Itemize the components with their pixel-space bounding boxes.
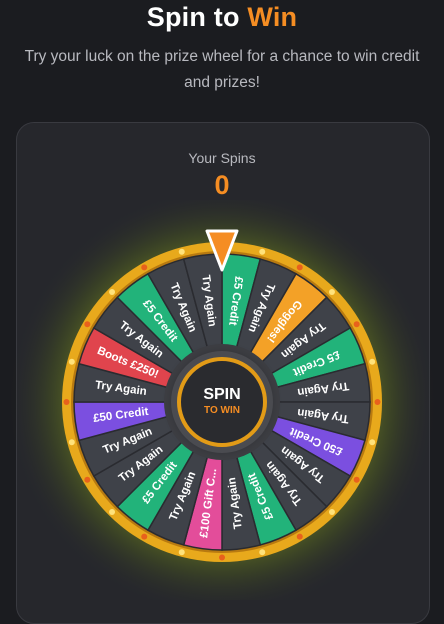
rim-light	[68, 358, 75, 365]
rim-light	[178, 248, 185, 255]
spin-button[interactable]: SPIN TO WIN	[177, 357, 267, 447]
rim-light	[141, 533, 148, 540]
rim-light	[369, 358, 376, 365]
rim-light	[353, 476, 360, 483]
rim-light	[259, 549, 266, 556]
rim-light	[141, 264, 148, 271]
rim-light	[374, 399, 381, 405]
rim-light	[109, 508, 116, 515]
page-subtitle: Try your luck on the prize wheel for a c…	[24, 48, 420, 91]
spin-button-sublabel: TO WIN	[204, 405, 240, 416]
rim-light	[219, 554, 225, 561]
rim-light	[84, 321, 91, 328]
rim-light	[369, 439, 376, 446]
title-accent: Win	[247, 2, 298, 32]
rim-light	[328, 289, 335, 296]
rim-light	[84, 476, 91, 483]
spins-label: Your Spins	[188, 150, 256, 166]
rim-light	[109, 289, 116, 296]
rim-light	[63, 399, 70, 405]
spin-button-label: SPIN	[203, 386, 241, 403]
rim-light	[296, 533, 303, 540]
page-title: Spin to Win	[0, 0, 444, 34]
rim-light	[296, 264, 303, 271]
rim-light	[68, 439, 75, 446]
title-main: Spin to	[146, 2, 240, 32]
spins-count: 0	[214, 170, 230, 200]
rim-light	[178, 549, 185, 556]
rim-light	[328, 508, 335, 515]
rim-light	[353, 321, 360, 328]
rim-light	[259, 248, 266, 255]
